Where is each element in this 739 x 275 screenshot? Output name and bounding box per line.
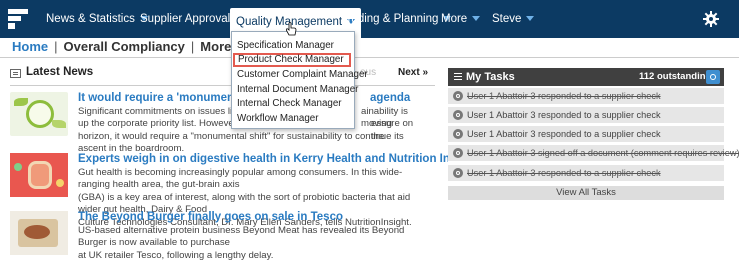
task-text: User 1 Abattoir 3 responded to a supplie… <box>467 168 661 178</box>
task-status-icon <box>453 148 463 158</box>
task-status-icon <box>453 91 463 101</box>
menu-item-workflow-manager[interactable]: Workflow Manager <box>232 112 354 126</box>
task-item[interactable]: User 1 Abattoir 3 responded to a supplie… <box>448 88 724 105</box>
task-text: User 1 Abattoir 3 signed off a document … <box>467 148 739 158</box>
menu-item-internal-check-manager[interactable]: Internal Check Manager <box>232 97 354 111</box>
gear-icon[interactable] <box>703 11 719 27</box>
hand-cursor-icon <box>286 22 297 36</box>
beyond-burger-thumbnail[interactable] <box>10 211 68 255</box>
menu-item-internal-document-manager[interactable]: Internal Document Manager <box>232 83 358 97</box>
task-status-icon <box>453 129 463 139</box>
latest-news-header: Latest News ous Next » <box>10 66 435 86</box>
task-item[interactable]: User 1 Abattoir 3 signed off a document … <box>448 145 739 162</box>
nav-user-name: Steve <box>492 13 522 25</box>
nav-trading-planning-label: Trading & Planning <box>341 13 439 25</box>
latest-news-title: Latest News <box>26 66 94 78</box>
outstanding-count: 112 outstanding <box>639 71 712 82</box>
nav-user-menu[interactable]: Steve <box>492 0 535 38</box>
news-article: The Beyond Burger finally goes on sale i… <box>10 211 430 261</box>
tasks-settings-icon[interactable] <box>706 70 720 84</box>
breadcrumb-separator: | <box>190 39 195 54</box>
task-item[interactable]: User 1 Abattoir 3 responded to a supplie… <box>448 107 724 124</box>
page-title: Overall Compliancy <box>63 39 185 54</box>
news-article: It would require a 'monumental shift' fo… <box>10 92 430 154</box>
nav-trading-planning[interactable]: Trading & Planning <box>341 0 452 38</box>
header-divider <box>0 57 739 58</box>
my-tasks-title: My Tasks <box>466 71 515 83</box>
view-all-tasks-button[interactable]: View All Tasks <box>448 186 724 200</box>
menu-item-customer-complaint-manager[interactable]: Customer Complaint Manager <box>232 68 368 82</box>
list-icon <box>454 73 462 74</box>
news-icon <box>10 69 21 78</box>
quality-management-dropdown: Specification Manager Product Check Mana… <box>231 31 368 129</box>
task-status-icon <box>453 168 463 178</box>
my-tasks-header: My Tasks 112 outstanding <box>448 68 724 86</box>
nav-supplier-approval[interactable]: Supplier Approval <box>140 0 244 38</box>
chevron-down-icon <box>526 16 535 22</box>
menu-item-specification-manager[interactable]: Specification Manager <box>232 39 354 53</box>
breadcrumb-more-label: More <box>200 39 232 54</box>
nav-supplier-approval-label: Supplier Approval <box>140 13 231 25</box>
chevron-down-icon <box>472 16 481 22</box>
news-article: Experts weigh in on digestive health in … <box>10 153 531 228</box>
task-text: User 1 Abattoir 3 responded to a supplie… <box>467 129 661 139</box>
breadcrumb-home-link[interactable]: Home <box>12 39 48 54</box>
app-logo-icon[interactable] <box>8 9 28 29</box>
gut-health-thumbnail[interactable] <box>10 153 68 197</box>
top-nav-bar: News & Statistics Supplier Approval Qual… <box>0 0 739 38</box>
menu-item-product-check-manager[interactable]: Product Check Manager <box>233 53 351 67</box>
nav-more[interactable]: More <box>441 0 481 38</box>
task-text: User 1 Abattoir 3 responded to a supplie… <box>467 91 661 101</box>
nav-news-statistics-label: News & Statistics <box>46 13 135 25</box>
news-article-title-link[interactable]: The Beyond Burger finally goes on sale i… <box>78 211 343 223</box>
task-item[interactable]: User 1 Abattoir 3 responded to a supplie… <box>448 165 724 182</box>
news-article-title-tail[interactable]: agenda <box>370 92 410 104</box>
task-text: User 1 Abattoir 3 responded to a supplie… <box>467 110 661 120</box>
nav-more-label: More <box>441 13 468 25</box>
breadcrumb: Home | Overall Compliancy | More <box>12 38 242 56</box>
task-item[interactable]: User 1 Abattoir 3 responded to a supplie… <box>448 126 724 143</box>
news-next-link[interactable]: Next » <box>398 67 428 78</box>
breadcrumb-separator: | <box>54 39 58 54</box>
nav-news-statistics[interactable]: News & Statistics <box>46 0 148 38</box>
task-status-icon <box>453 110 463 120</box>
sustainability-thumbnail[interactable] <box>10 92 68 136</box>
news-article-summary: US-based alternative protein business Be… <box>78 225 405 261</box>
